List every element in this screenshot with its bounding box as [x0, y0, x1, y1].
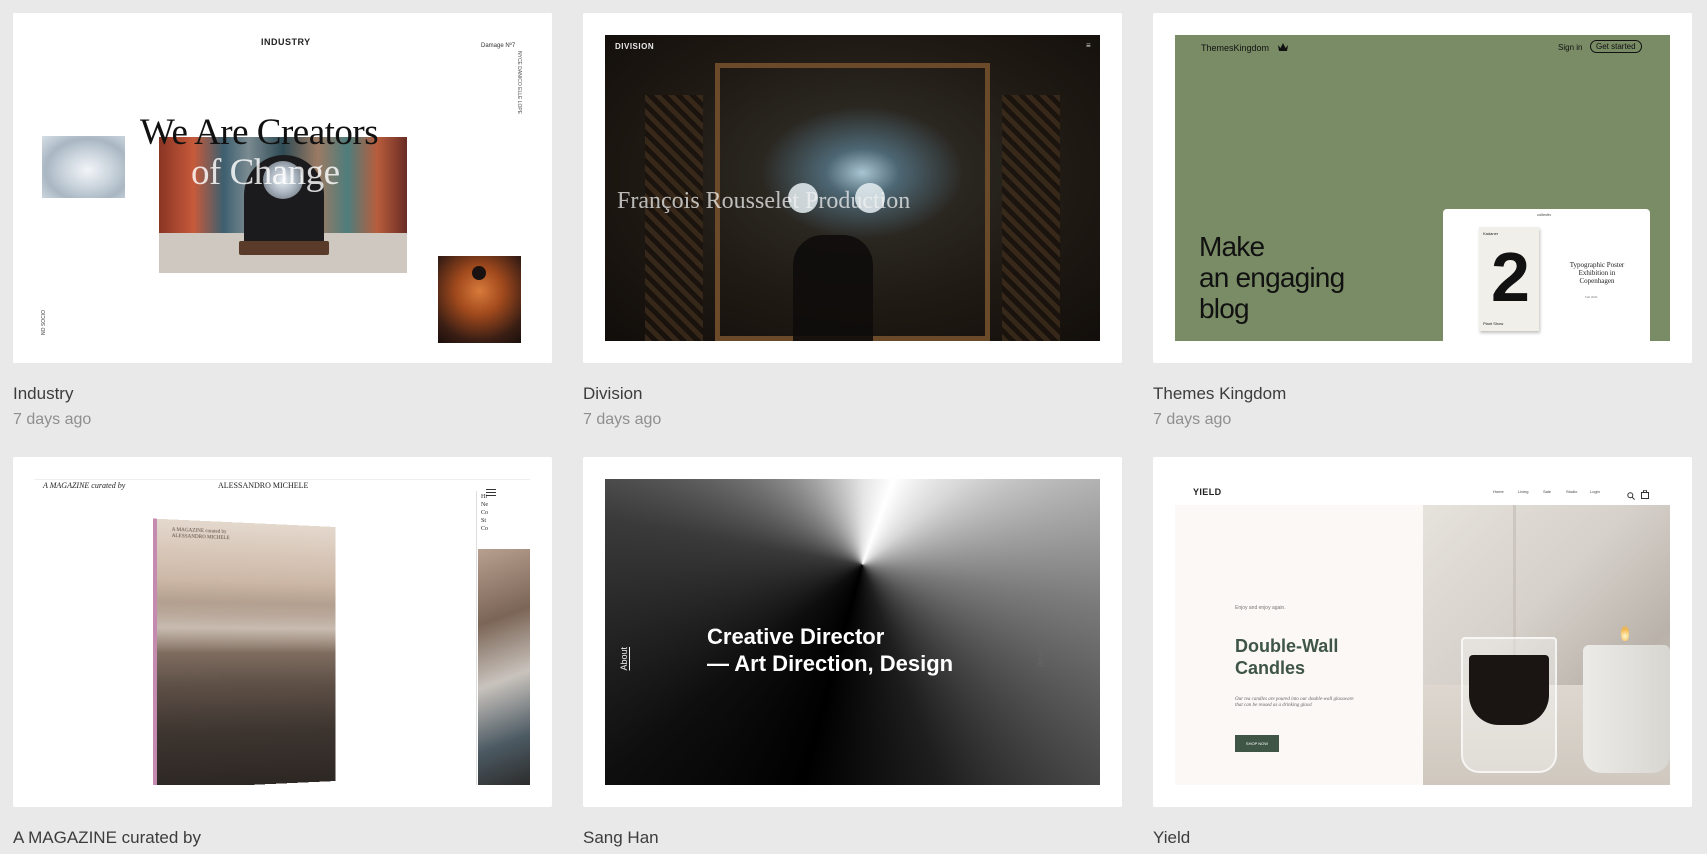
cart-icon	[1641, 486, 1649, 499]
preview-thumbnail[interactable]: YIELD Home Living Sale Studio Login Enjo…	[1153, 457, 1692, 807]
industry-site-preview: INDUSTRY Damage Nº7 NYCE DANICO ELLE LOP…	[13, 13, 552, 363]
magazine-side-menu: Hi Ne Co St Co	[481, 494, 489, 532]
division-headline: François Rousselet Production	[617, 188, 911, 214]
industry-headline-line1: We Are Creators	[140, 112, 379, 153]
dancer-image	[438, 256, 521, 343]
magazine-left-brand: A MAGAZINE curated by	[43, 481, 126, 490]
card-title[interactable]: Division	[583, 384, 643, 404]
yield-nav-home: Home	[1493, 489, 1504, 494]
preview-thumbnail[interactable]: About Journal Creative Director — Art Di…	[583, 457, 1122, 807]
themes-kingdom-logo: ThemesKingdom	[1201, 43, 1288, 53]
about-link: About	[619, 647, 629, 671]
candle-product-photo	[1423, 505, 1670, 785]
search-icon	[1627, 487, 1635, 500]
preview-thumbnail[interactable]: ThemesKingdom Sign in Get started Make a…	[1153, 13, 1692, 363]
crown-icon	[1278, 43, 1288, 51]
card-title[interactable]: Sang Han	[583, 828, 659, 848]
project-card-a-magazine[interactable]: A MAGAZINE curated by ALESSANDRO MICHELE…	[13, 457, 552, 847]
yield-nav-sale: Sale	[1543, 489, 1552, 494]
project-card-yield[interactable]: YIELD Home Living Sale Studio Login Enjo…	[1153, 457, 1692, 847]
camera-operator-silhouette	[793, 235, 873, 341]
division-logo: DIVISION	[615, 42, 655, 51]
industry-footer-vertical: NO SOCIO	[41, 310, 47, 336]
themes-kingdom-headline: Make an engaging blog	[1199, 231, 1345, 324]
industry-headline-line2: of Change	[191, 152, 340, 193]
a-magazine-site-preview: A MAGAZINE curated by ALESSANDRO MICHELE…	[35, 479, 530, 785]
get-started-button: Get started	[1590, 40, 1642, 53]
division-site-preview: DIVISION ≡ François Rousselet Production	[605, 35, 1100, 341]
yield-body-text: Our tea candles are poured into our doub…	[1235, 697, 1354, 708]
industry-nav: Damage Nº7	[481, 43, 516, 49]
journal-link: Journal	[1036, 637, 1046, 667]
sign-in-link: Sign in	[1558, 43, 1583, 52]
yield-nav-studio: Studio	[1566, 489, 1578, 494]
poster-image: Kadaner 2 Plant Show	[1479, 227, 1539, 331]
shop-now-button: SHOP NOW	[1235, 735, 1279, 752]
project-card-division[interactable]: DIVISION ≡ François Rousselet Production…	[583, 13, 1122, 428]
yield-nav-login: Login	[1590, 489, 1600, 494]
yield-logo: YIELD	[1193, 487, 1222, 497]
yield-nav-living: Living	[1518, 489, 1529, 494]
hamburger-menu-icon	[486, 483, 496, 496]
card-timestamp: 7 days ago	[1153, 411, 1232, 428]
menu-icon: ≡	[1086, 41, 1091, 50]
project-card-sang-han[interactable]: About Journal Creative Director — Art Di…	[583, 457, 1122, 847]
industry-side-text: NYCE DANICO ELLE LOPE	[516, 51, 522, 115]
card-title[interactable]: Industry	[13, 384, 73, 404]
magazine-center-name: ALESSANDRO MICHELE	[218, 481, 309, 490]
sang-han-site-preview: About Journal Creative Director — Art Di…	[605, 479, 1100, 785]
card-title[interactable]: Yield	[1153, 828, 1190, 848]
yield-headline: Double-Wall Candles	[1235, 636, 1339, 678]
blog-preview-card: collectiv Kadaner 2 Plant Show Typograph…	[1443, 209, 1650, 341]
card-title[interactable]: A MAGAZINE curated by	[13, 828, 201, 848]
preview-thumbnail[interactable]: INDUSTRY Damage Nº7 NYCE DANICO ELLE LOP…	[13, 13, 552, 363]
side-article-image	[478, 549, 530, 785]
themes-kingdom-site-preview: ThemesKingdom Sign in Get started Make a…	[1175, 35, 1670, 341]
sneaker-image	[42, 136, 125, 198]
yield-eyebrow: Enjoy and enjoy again.	[1235, 605, 1286, 611]
preview-thumbnail[interactable]: DIVISION ≡ François Rousselet Production	[583, 13, 1122, 363]
project-card-themes-kingdom[interactable]: ThemesKingdom Sign in Get started Make a…	[1153, 13, 1692, 428]
card-title[interactable]: Themes Kingdom	[1153, 384, 1286, 404]
industry-logo: INDUSTRY	[261, 37, 311, 47]
magazine-cover-image: A MAGAZINE curated by ALESSANDRO MICHELE	[156, 518, 336, 785]
yield-site-preview: YIELD Home Living Sale Studio Login Enjo…	[1175, 479, 1670, 785]
card-timestamp: 7 days ago	[583, 411, 662, 428]
card-timestamp: 7 days ago	[13, 411, 92, 428]
sang-han-headline: Creative Director — Art Direction, Desig…	[707, 624, 954, 676]
preview-thumbnail[interactable]: A MAGAZINE curated by ALESSANDRO MICHELE…	[13, 457, 552, 807]
project-card-industry[interactable]: INDUSTRY Damage Nº7 NYCE DANICO ELLE LOP…	[13, 13, 552, 428]
